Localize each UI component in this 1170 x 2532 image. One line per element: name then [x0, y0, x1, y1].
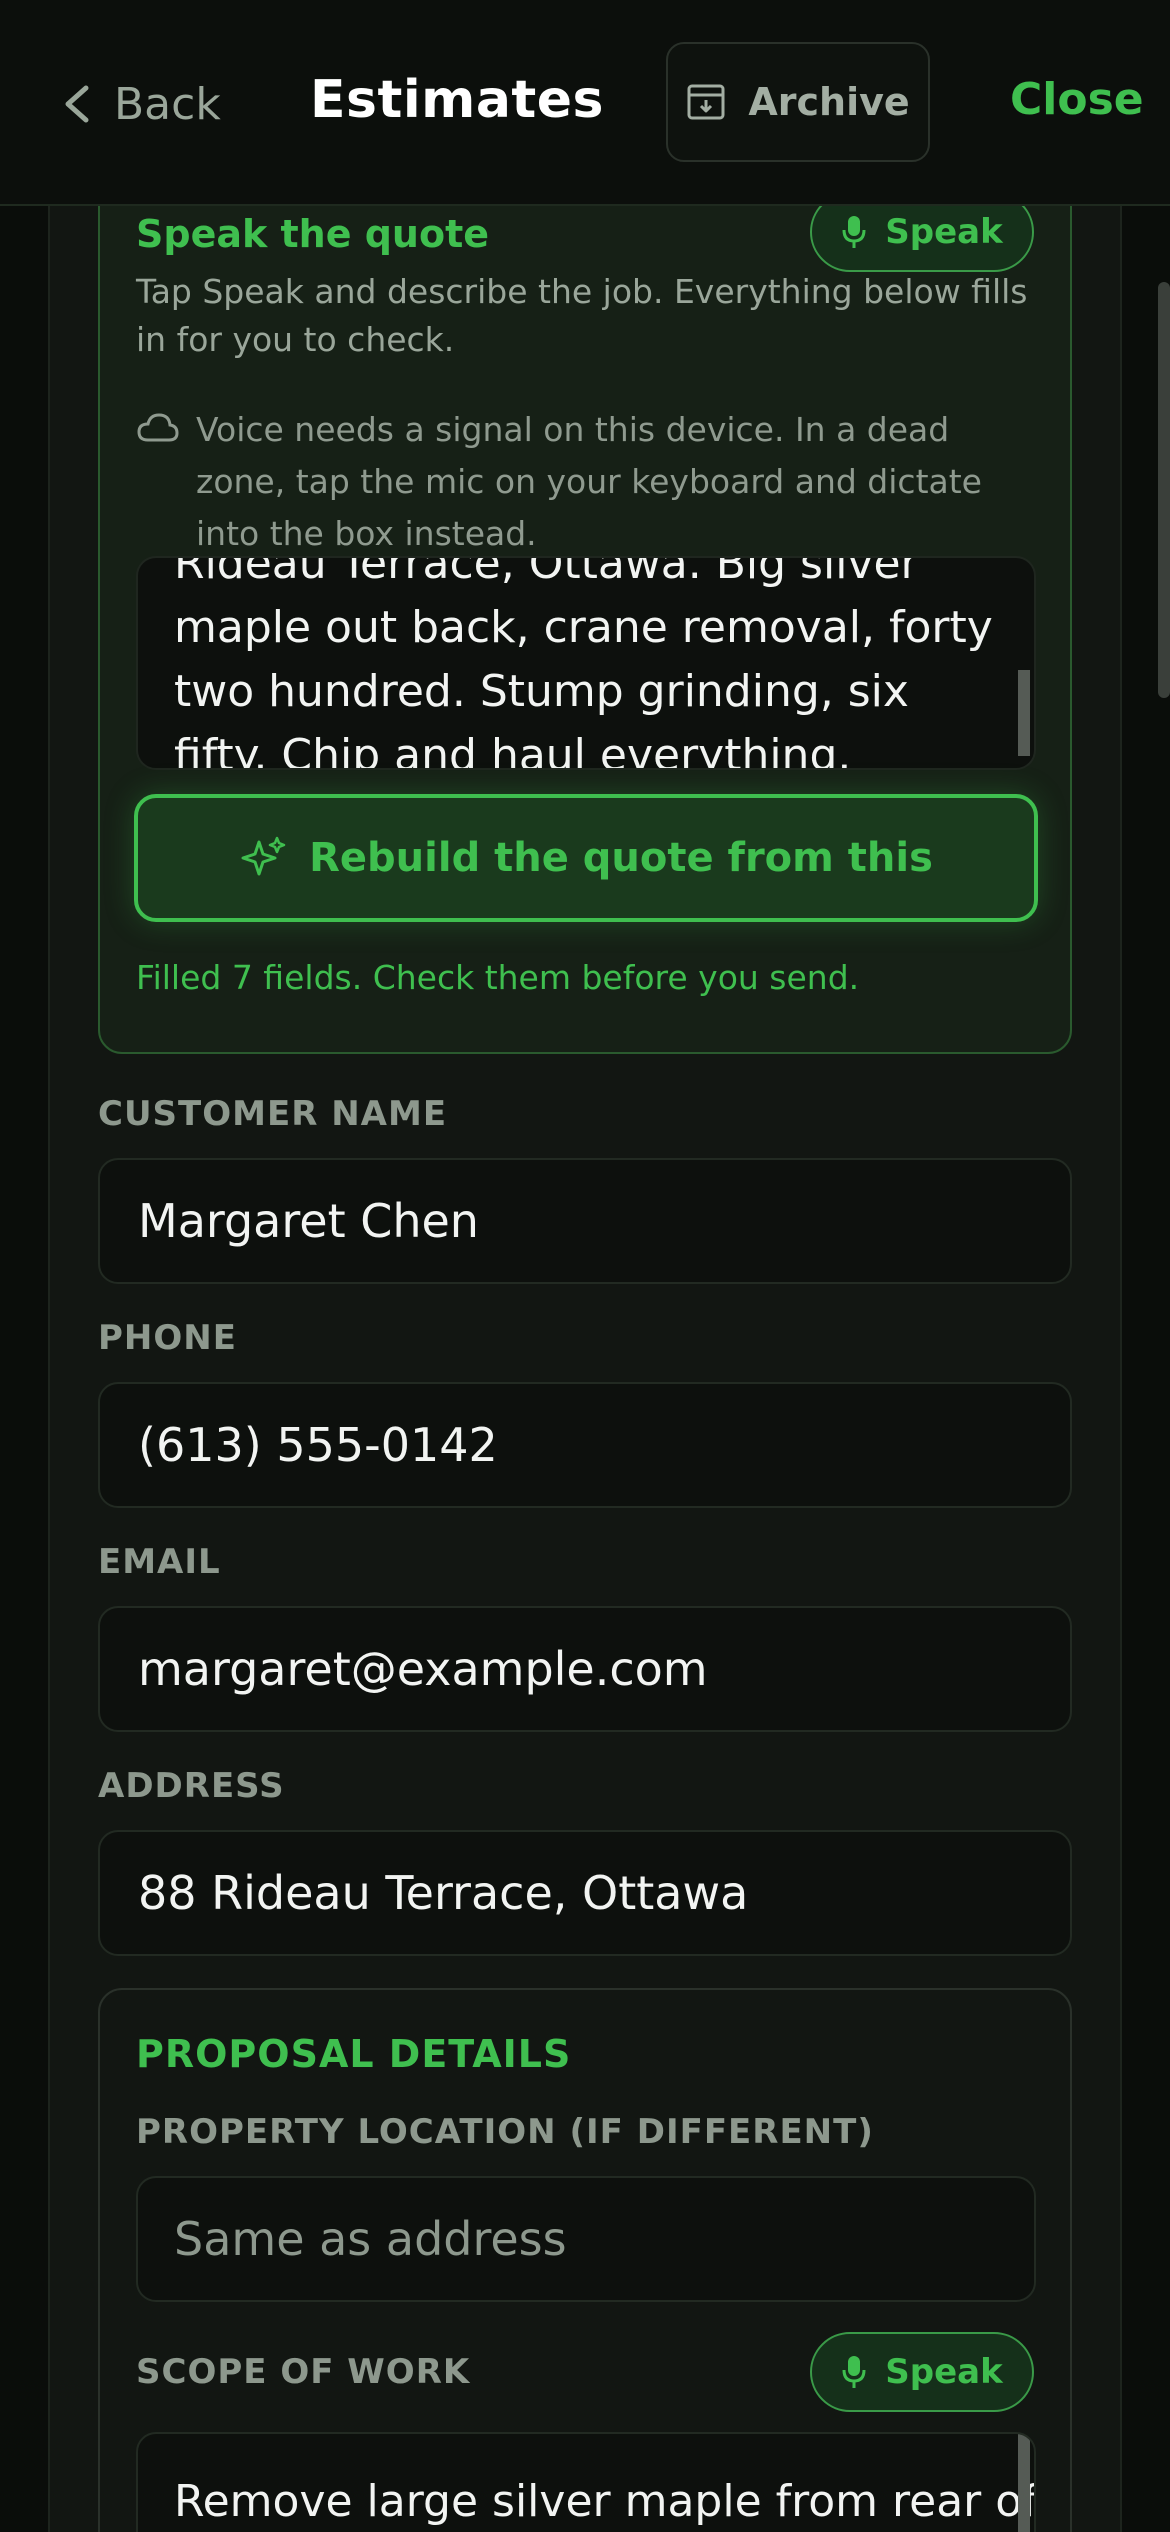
- transcript-text: Rideau Terrace, Ottawa. Big silver maple…: [174, 556, 993, 770]
- address-input[interactable]: 88 Rideau Terrace, Ottawa: [98, 1830, 1072, 1956]
- address-value: 88 Rideau Terrace, Ottawa: [138, 1866, 749, 1920]
- email-label: EMAIL: [98, 1542, 221, 1582]
- speak-card-title: Speak the quote: [136, 212, 490, 256]
- property-location-placeholder: Same as address: [174, 2212, 567, 2266]
- voice-note-text: Voice needs a signal on this device. In …: [196, 410, 982, 553]
- archive-icon: [687, 84, 725, 120]
- scope-of-work-label: SCOPE OF WORK: [136, 2352, 471, 2392]
- email-value: margaret@example.com: [138, 1642, 708, 1696]
- rebuild-label: Rebuild the quote from this: [309, 835, 933, 881]
- rebuild-quote-button[interactable]: Rebuild the quote from this: [134, 794, 1038, 922]
- transcript-textarea[interactable]: Rideau Terrace, Ottawa. Big silver maple…: [136, 556, 1036, 770]
- proposal-details-card: PROPOSAL DETAILS PROPERTY LOCATION (IF D…: [98, 1988, 1072, 2532]
- phone-label: PHONE: [98, 1318, 237, 1358]
- scope-scrollbar[interactable]: [1018, 2434, 1030, 2532]
- customer-name-label: CUSTOMER NAME: [98, 1094, 448, 1134]
- speak-button-label: Speak: [885, 212, 1003, 252]
- email-input[interactable]: margaret@example.com: [98, 1606, 1072, 1732]
- close-button[interactable]: Close: [1010, 74, 1144, 125]
- scope-speak-label: Speak: [885, 2352, 1003, 2392]
- scope-speak-button[interactable]: Speak: [810, 2332, 1034, 2412]
- top-bar: Back Estimates Archive Close: [0, 0, 1170, 206]
- property-location-input[interactable]: Same as address: [136, 2176, 1036, 2302]
- archive-button[interactable]: Archive: [666, 42, 930, 162]
- speak-quote-card: Speak the quote Speak Tap Speak and desc…: [98, 180, 1072, 1054]
- voice-signal-note: Voice needs a signal on this device. In …: [136, 404, 1036, 560]
- archive-label: Archive: [748, 80, 910, 124]
- back-button[interactable]: Back: [60, 72, 221, 136]
- proposal-details-title: PROPOSAL DETAILS: [136, 2032, 572, 2076]
- chevron-left-icon: [65, 85, 89, 123]
- cloud-icon: [137, 413, 179, 442]
- page-title: Estimates: [310, 70, 605, 130]
- back-label: Back: [114, 78, 221, 130]
- sparkles-icon: [241, 836, 286, 876]
- microphone-icon: [842, 2356, 866, 2388]
- address-label: ADDRESS: [98, 1766, 285, 1806]
- scope-of-work-text: Remove large silver maple from rear of: [174, 2476, 1036, 2527]
- phone-value: (613) 555-0142: [138, 1418, 498, 1472]
- speak-description: Tap Speak and describe the job. Everythi…: [136, 272, 1028, 359]
- phone-input[interactable]: (613) 555-0142: [98, 1382, 1072, 1508]
- microphone-icon: [842, 216, 866, 248]
- scope-of-work-textarea[interactable]: Remove large silver maple from rear of: [136, 2432, 1036, 2532]
- property-location-label: PROPERTY LOCATION (IF DIFFERENT): [136, 2112, 874, 2152]
- customer-name-value: Margaret Chen: [138, 1194, 479, 1248]
- page-scrollbar[interactable]: [1158, 282, 1170, 698]
- estimates-screen: Back Estimates Archive Close Speak the q…: [0, 0, 1170, 2532]
- customer-name-input[interactable]: Margaret Chen: [98, 1158, 1072, 1284]
- transcript-scrollbar[interactable]: [1018, 670, 1030, 756]
- filled-fields-message: Filled 7 fields. Check them before you s…: [136, 958, 860, 997]
